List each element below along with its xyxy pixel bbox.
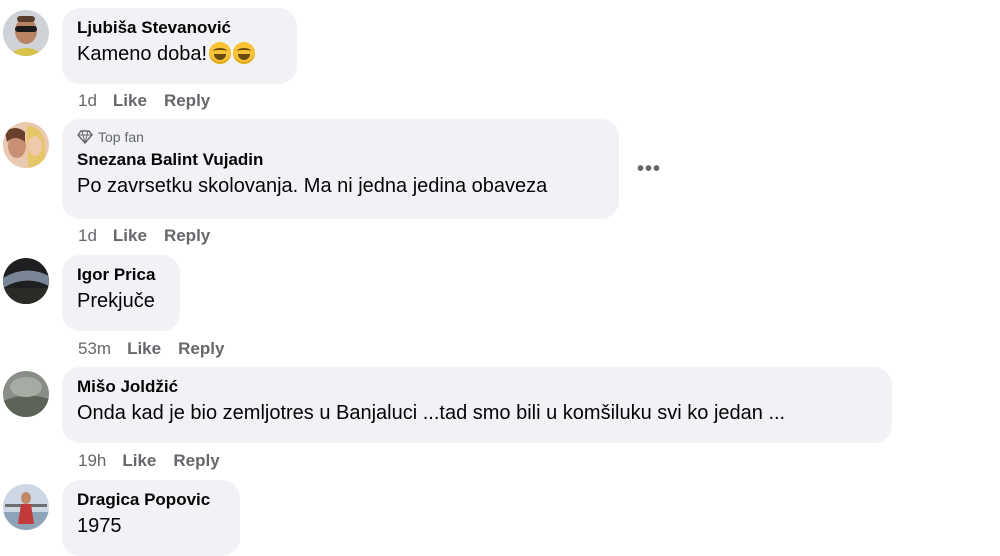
grinning-face-emoji [233, 42, 256, 64]
reply-button[interactable]: Reply [164, 91, 210, 111]
top-fan-badge: Top fan [77, 129, 604, 145]
like-button[interactable]: Like [127, 339, 161, 359]
comment-bubble: Mišo Joldžić Onda kad je bio zemljotres … [62, 367, 892, 443]
comment-text: 1975 [77, 515, 122, 537]
comment-actions: 1d Like Reply [78, 226, 227, 246]
diamond-icon [77, 130, 93, 144]
avatar[interactable] [3, 258, 49, 304]
comment-text: Onda kad je bio zemljotres u Banjaluci .… [77, 402, 786, 424]
comment-text: Prekjuče [77, 290, 155, 312]
avatar[interactable] [3, 371, 49, 417]
comment-bubble: Top fan Snezana Balint Vujadin Po zavrse… [62, 119, 619, 219]
comment-bubble: Dragica Popovic 1975 [62, 480, 240, 556]
comment-bubble: Igor Prica Prekjuče [62, 255, 180, 331]
reply-button[interactable]: Reply [178, 339, 224, 359]
comment-author[interactable]: Snezana Balint Vujadin [77, 150, 604, 170]
like-button[interactable]: Like [113, 226, 147, 246]
comment-text: Po zavrsetku skolovanja. Ma ni jedna jed… [77, 175, 548, 197]
comment-author[interactable]: Ljubiša Stevanović [77, 18, 282, 38]
comment-time[interactable]: 1d [78, 226, 97, 246]
comment-actions: 1d Like Reply [78, 91, 227, 111]
comment-author[interactable]: Igor Prica [77, 265, 165, 285]
more-options-icon[interactable]: ••• [637, 158, 661, 181]
comment-actions: 53m Like Reply [78, 339, 241, 359]
reply-button[interactable]: Reply [173, 451, 219, 471]
like-button[interactable]: Like [113, 91, 147, 111]
avatar[interactable] [3, 484, 49, 530]
avatar[interactable] [3, 10, 49, 56]
comment-author[interactable]: Dragica Popovic [77, 490, 225, 510]
comment-text: Kameno doba! [77, 41, 282, 67]
grinning-face-emoji [209, 42, 232, 64]
comment-time[interactable]: 1d [78, 91, 97, 111]
comment-author[interactable]: Mišo Joldžić [77, 377, 877, 397]
comment-text-content: Kameno doba! [77, 43, 208, 65]
reply-button[interactable]: Reply [164, 226, 210, 246]
comment-time[interactable]: 53m [78, 339, 111, 359]
like-button[interactable]: Like [122, 451, 156, 471]
comment-actions: 19h Like Reply [78, 451, 237, 471]
avatar[interactable] [3, 122, 49, 168]
comment-time[interactable]: 19h [78, 451, 106, 471]
comment-bubble: Ljubiša Stevanović Kameno doba! [62, 8, 297, 84]
top-fan-label: Top fan [98, 129, 144, 145]
